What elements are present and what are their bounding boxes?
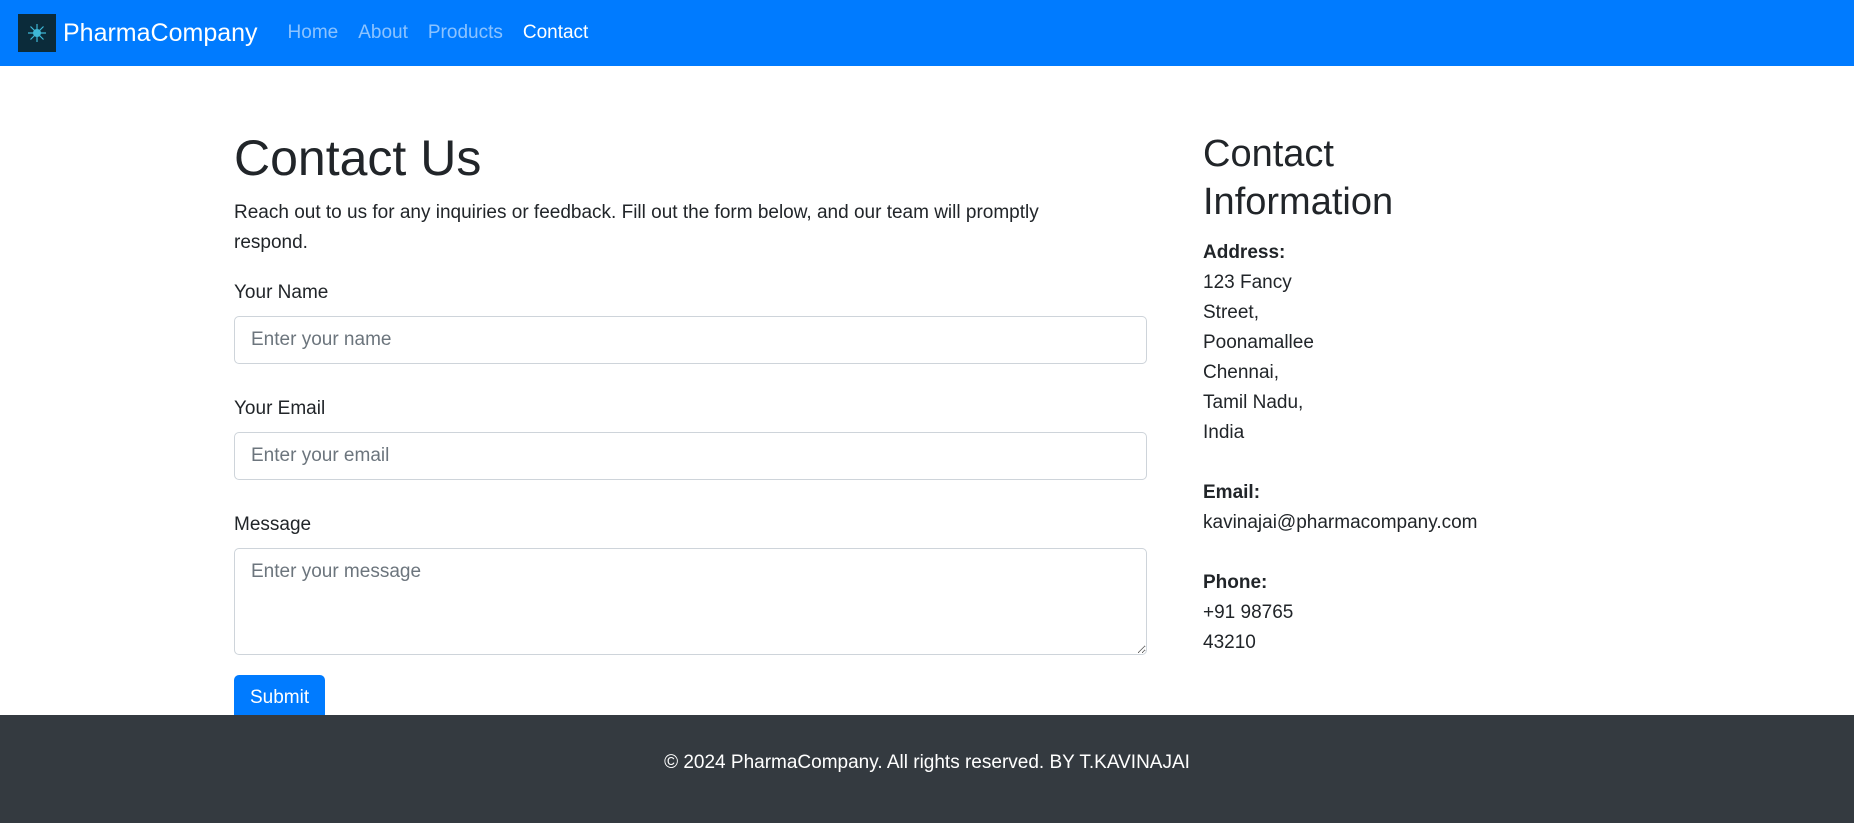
email-info-label: Email: — [1203, 482, 1261, 503]
intro-text: Reach out to us for any inquiries or fee… — [234, 202, 1039, 253]
contact-form: Your Name Your Email Message Submit — [234, 280, 1147, 721]
logo-burst-icon — [28, 24, 46, 42]
nav-link-home[interactable]: Home — [288, 22, 339, 44]
nav-link-products[interactable]: Products — [428, 22, 503, 44]
page-title: Contact Us — [234, 130, 482, 186]
contact-info-title: Contact Information — [1203, 133, 1394, 223]
address-line: Street, — [1203, 302, 1259, 323]
phone-label: Phone: — [1203, 572, 1268, 593]
email-value: kavinajai@pharmacompany.com — [1203, 512, 1478, 533]
contact-form-section: Contact Us Reach out to us for any inqui… — [234, 128, 1147, 721]
address-line: 123 Fancy — [1203, 272, 1292, 293]
nav-link-about[interactable]: About — [358, 22, 408, 44]
email-block: Email: kavinajai@pharmacompany.com — [1203, 478, 1493, 538]
address-label: Address: — [1203, 242, 1286, 263]
address-line: India — [1203, 422, 1245, 443]
name-input[interactable] — [234, 316, 1147, 364]
contact-info-section: Contact Information Address: 123 Fancy S… — [1203, 130, 1493, 688]
email-label: Your Email — [234, 398, 326, 419]
address-line: Chennai, — [1203, 362, 1280, 383]
nav-link-contact[interactable]: Contact — [523, 22, 588, 44]
message-label: Message — [234, 514, 312, 535]
nav-links: Home About Products Contact — [288, 22, 609, 44]
footer: © 2024 PharmaCompany. All rights reserve… — [0, 715, 1854, 823]
navbar: PharmaCompany Home About Products Contac… — [0, 0, 1854, 66]
email-input[interactable] — [234, 432, 1147, 480]
phone-line: 43210 — [1203, 632, 1256, 653]
address-line: Poonamallee — [1203, 332, 1314, 353]
phone-line: +91 98765 — [1203, 602, 1294, 623]
brand-name: PharmaCompany — [63, 18, 258, 47]
message-textarea[interactable] — [234, 548, 1147, 655]
name-label: Your Name — [234, 282, 329, 303]
address-line: Tamil Nadu, — [1203, 392, 1304, 413]
brand-link[interactable]: PharmaCompany — [18, 14, 258, 52]
footer-copyright: © 2024 PharmaCompany. All rights reserve… — [664, 752, 1190, 773]
phone-block: Phone: +91 98765 43210 — [1203, 568, 1493, 658]
company-logo — [18, 14, 56, 52]
address-block: Address: 123 Fancy Street, Poonamallee C… — [1203, 238, 1493, 448]
